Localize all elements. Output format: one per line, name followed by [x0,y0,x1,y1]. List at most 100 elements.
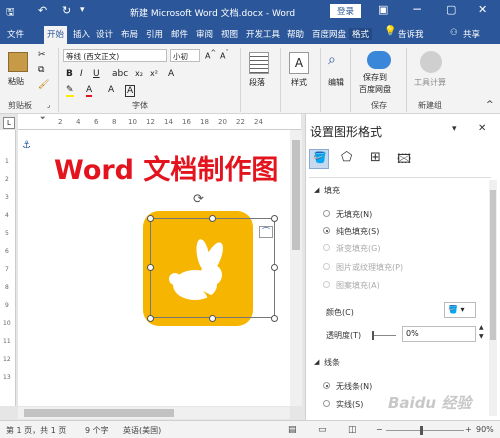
solid-fill-label[interactable]: 纯色填充(S) [336,226,379,237]
picture-fill-radio[interactable] [323,263,330,270]
pane-close-icon[interactable]: ✕ [478,123,486,134]
redo-icon[interactable]: ↻ [62,4,71,17]
underline-icon[interactable]: U [93,69,100,79]
tool-calc-icon[interactable] [420,51,442,73]
gradient-fill-label[interactable]: 渐变填充(G) [336,243,380,254]
font-color-icon[interactable]: A [86,85,93,97]
close-icon[interactable]: ✕ [478,3,487,16]
picture-icon[interactable]: 🖾 [397,150,411,172]
no-line-label[interactable]: 无线条(N) [336,381,372,392]
picture-fill-label[interactable]: 图片或纹理填充(P) [336,262,403,273]
bold-icon[interactable]: B [66,69,73,79]
zoom-in-icon[interactable]: + [465,425,472,434]
zoom-slider[interactable] [386,430,464,431]
ribbon-display-icon[interactable]: ▣ [378,3,388,16]
solid-fill-radio[interactable] [323,227,330,234]
undo-icon[interactable]: ↶ [38,4,47,17]
transparency-input[interactable]: 0% [402,326,476,342]
tell-me[interactable]: 告诉我 [398,28,424,40]
styles-button[interactable]: 样式 [291,77,307,88]
rotate-handle-icon[interactable]: ⟳ [193,192,204,207]
solid-line-label[interactable]: 实线(S) [336,399,363,410]
tab-insert[interactable]: 插入 [73,28,90,40]
tab-home[interactable]: 开始 [44,26,68,44]
strikethrough-icon[interactable]: abc [112,69,128,79]
grow-font-icon[interactable]: A^ [205,49,216,61]
restore-icon[interactable]: ▢ [446,3,456,16]
tab-layout[interactable]: 布局 [121,28,138,40]
zoom-level[interactable]: 90% [476,425,494,434]
tab-file[interactable]: 文件 [7,28,24,40]
transparency-slider-thumb[interactable] [372,331,374,340]
document-heading[interactable]: Word 文档制作图 [54,148,278,187]
spin-down-icon[interactable]: ▼ [479,333,484,340]
tool-calc-button[interactable]: 工具计算 [414,77,446,88]
tab-references[interactable]: 引用 [146,28,163,40]
share-button[interactable]: 共享 [463,28,480,40]
language[interactable]: 英语(美国) [123,425,161,436]
no-fill-label[interactable]: 无填充(N) [336,209,372,220]
read-mode-icon[interactable]: ▤ [288,425,297,435]
page-count[interactable]: 第 1 页，共 1 页 [6,425,66,436]
baidu-pan-label[interactable]: 百度网盘 [359,84,391,95]
resize-handle[interactable] [147,264,154,271]
save-to-label[interactable]: 保存到 [363,72,387,83]
text-effects-icon[interactable]: A [168,69,174,79]
save-icon[interactable]: 🖫 [6,5,15,22]
transparency-slider[interactable] [372,335,396,336]
subscript-icon[interactable]: x₂ [135,69,143,78]
paste-icon[interactable] [8,52,28,72]
tab-format[interactable]: 格式 [349,28,373,40]
minimize-icon[interactable]: − [412,2,422,16]
font-size-select[interactable]: 小初 [170,49,200,62]
tab-mailings[interactable]: 邮件 [171,28,188,40]
vertical-scroll-thumb[interactable] [292,140,300,250]
tab-design[interactable]: 设计 [96,28,113,40]
print-layout-icon[interactable]: ▭ [318,425,327,435]
vertical-ruler[interactable]: 1 2 3 4 5 6 7 8 9 10 11 12 13 [0,130,16,406]
tab-help[interactable]: 帮助 [287,28,304,40]
indent-marker-icon[interactable]: ⏷ [40,114,46,123]
tab-review[interactable]: 审阅 [196,28,213,40]
horizontal-scroll-thumb[interactable] [24,409,174,417]
no-fill-radio[interactable] [323,210,330,217]
dialog-launcher-icon[interactable]: ⌟ [47,101,50,109]
tab-baidu[interactable]: 百度网盘 [312,28,346,40]
solid-line-radio[interactable] [323,400,330,407]
char-border-icon[interactable]: A [125,85,136,97]
horizontal-ruler[interactable]: ⏷ 2 4 6 8 10 12 14 16 18 20 22 24 [18,114,301,130]
copy-icon[interactable]: ⧉ [38,65,44,75]
word-count[interactable]: 9 个字 [85,425,109,436]
spin-up-icon[interactable]: ▲ [479,324,484,331]
tab-developer[interactable]: 开发工具 [246,28,280,40]
char-shading-icon[interactable]: A [108,85,114,95]
resize-handle[interactable] [271,215,278,222]
resize-handle[interactable] [147,315,154,322]
size-properties-icon[interactable]: ⊞ [370,150,381,165]
shrink-font-icon[interactable]: Aˇ [220,49,229,61]
paste-button[interactable]: 粘贴 [8,76,24,87]
search-icon[interactable]: ⌕ [328,52,336,68]
fill-section-label[interactable]: 填充 [324,185,340,196]
resize-handle[interactable] [271,264,278,271]
pentagon-icon[interactable]: ⬠ [341,150,352,165]
italic-icon[interactable]: I [80,69,83,79]
gradient-fill-radio[interactable] [323,244,330,251]
superscript-icon[interactable]: x² [150,69,158,78]
zoom-out-icon[interactable]: − [376,425,383,434]
styles-icon[interactable]: A [289,52,309,74]
customize-qat-icon[interactable]: ▾ [80,5,85,15]
rabbit-icon-shape[interactable] [143,211,253,326]
color-picker-button[interactable]: 🪣 ▾ [444,302,476,318]
highlight-icon[interactable]: ✎ [66,85,74,97]
paragraph-button[interactable]: 段落 [249,77,265,88]
format-painter-icon[interactable]: 🖌 [38,80,49,90]
pattern-fill-label[interactable]: 图案填充(A) [336,280,380,291]
pane-scroll-thumb[interactable] [490,190,496,340]
cut-icon[interactable]: ✂ [38,50,46,60]
tab-view[interactable]: 视图 [221,28,238,40]
no-line-radio[interactable] [323,382,330,389]
resize-handle[interactable] [209,315,216,322]
resize-handle[interactable] [209,215,216,222]
line-section-label[interactable]: 线条 [324,357,340,368]
